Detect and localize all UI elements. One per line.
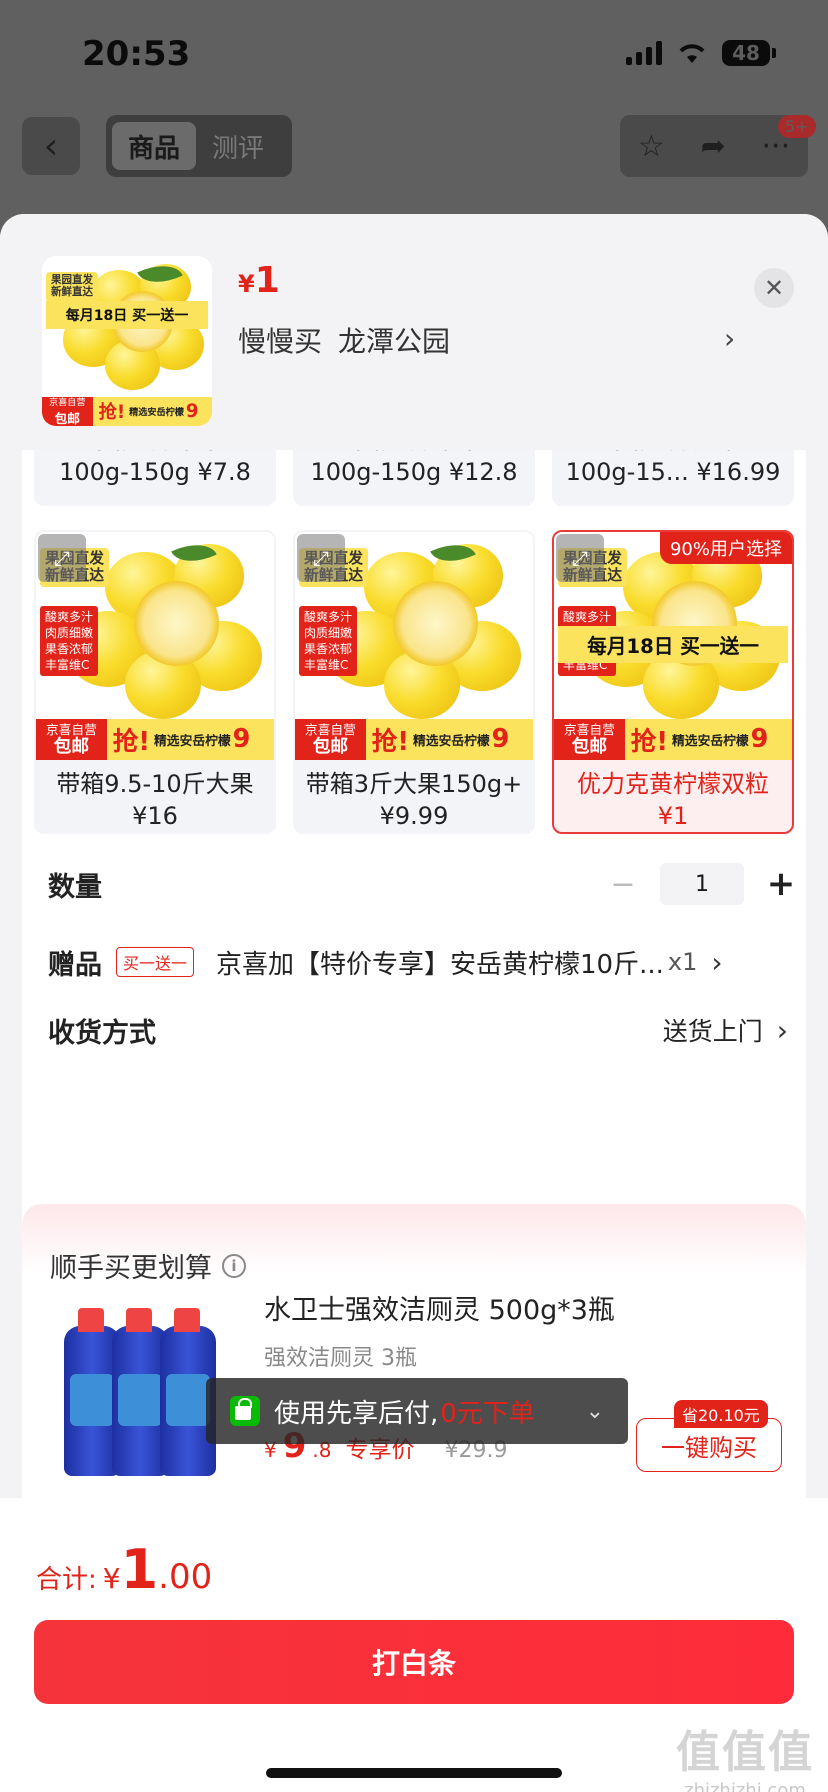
jingxi-badge: 京喜自营 包邮 [554, 718, 625, 760]
quantity-label: 数量 [48, 871, 102, 903]
expand-icon[interactable]: ⤢ [556, 534, 604, 582]
shipping-label: 收货方式 [48, 1017, 156, 1049]
status-icons: 48 [626, 40, 776, 66]
gift-text: 京喜加【特价专享】安岳黄柠檬10斤... [216, 949, 664, 980]
qiang-text: 抢! [371, 726, 410, 757]
star-icon[interactable]: ☆ [638, 129, 665, 164]
promo-strip: 京喜自营 包邮 抢! 精选安岳柠檬 9 [36, 718, 274, 760]
promo-strip: 京喜自营 包邮 抢! 精选安岳柠檬 9 [295, 718, 533, 760]
chevron-right-icon: › [711, 945, 723, 979]
selected-price: ¥1 [238, 260, 280, 301]
shipping-row[interactable]: 收货方式 送货上门 › [48, 1008, 788, 1052]
home-indicator [266, 1768, 562, 1778]
toast-text: 使用先享后付, [274, 1398, 439, 1429]
chevron-left-icon: ‹ [43, 125, 59, 167]
gift-row[interactable]: 赠品 买一送一 京喜加【特价专享】安岳黄柠檬10斤... x1 › [48, 940, 788, 984]
qiang-text: 抢! [98, 402, 126, 424]
jingxi-badge: 京喜自营 包邮 [295, 718, 366, 760]
select-text: 精选安岳柠檬 [129, 408, 184, 419]
popular-badge: 90%用户选择 [659, 532, 792, 564]
promo-band: 每月18日 买一送一 [46, 300, 208, 329]
nine-text: 9 [185, 400, 199, 422]
share-icon[interactable]: ➦ [701, 129, 726, 164]
status-time: 20:53 [82, 34, 191, 74]
promo-strip: 京喜自营 包邮 抢! 精选安岳柠檬 9 [554, 718, 792, 760]
gift-qty: x1 [667, 948, 698, 976]
pay-later-toast[interactable]: 使用先享后付, 0元下单 ⌄ [206, 1378, 628, 1444]
close-button[interactable]: ✕ [754, 268, 794, 308]
jingxi-badge: 京喜自营 包邮 [36, 718, 107, 760]
selected-product-thumb: 果园直发 新鲜直达 每月18日 买一送一 京喜自营 包邮 抢! 精选安岳柠檬 9 [42, 256, 212, 426]
nine-text: 9 [750, 724, 769, 755]
pay-baitiao-button[interactable]: 打白条 [34, 1620, 794, 1704]
location-arrow-icon[interactable]: › [724, 322, 735, 355]
lemon-slice-icon [134, 581, 219, 666]
toast-highlight: 0元下单 [440, 1398, 535, 1429]
save-badge: 省20.10元 [674, 1400, 768, 1428]
expand-icon[interactable]: ⤢ [38, 534, 86, 582]
expand-icon[interactable]: ⤢ [297, 534, 345, 582]
back-button[interactable]: ‹ [22, 117, 80, 175]
select-text: 精选安岳柠檬 [672, 733, 749, 749]
tag-features: 酸爽多汁肉质细嫩果香浓郁丰富维C [40, 606, 99, 676]
tag-orchard: 果园直发新鲜直达 [46, 272, 99, 302]
select-text: 精选安岳柠檬 [154, 733, 231, 749]
shopping-bag-icon [230, 1396, 260, 1426]
gift-label: 赠品 [48, 949, 102, 981]
nine-text: 9 [491, 724, 510, 755]
location-part1: 慢慢买 [238, 325, 323, 358]
signal-icon [626, 41, 662, 65]
tab-review[interactable]: 测评 [196, 122, 280, 170]
location-part2: 龙潭公园 [338, 325, 451, 358]
variant-card[interactable]: 果园直发新鲜直达酸爽多汁肉质细嫩果香浓郁丰富维C京喜自营包邮抢!精选安岳柠檬9 … [34, 530, 276, 834]
upsell-product-sub: 强效洁厕灵 3瓶 [264, 1346, 417, 1371]
nine-text: 9 [232, 724, 251, 755]
lemon-slice-icon [393, 581, 478, 666]
variant-card[interactable]: 果园直发新鲜直达酸爽多汁肉质细嫩果香浓郁丰富维C京喜自营包邮抢!精选安岳柠檬9 … [293, 530, 535, 834]
upsell-title: 顺手买更划算 i [50, 1246, 246, 1285]
nav-tabs: 商品 测评 [106, 115, 292, 177]
more-badge: 5+ [778, 115, 816, 138]
promo-band: 每月18日 买一送一 [558, 626, 788, 664]
total-price: 合计: ¥ 1 .00 [36, 1538, 213, 1601]
chevron-down-icon: ⌄ [585, 1398, 604, 1424]
promo-strip: 京喜自营 包邮 抢! 精选安岳柠檬 9 [42, 396, 212, 426]
gift-tag: 买一送一 [116, 947, 195, 977]
wifi-icon [679, 44, 705, 63]
info-icon[interactable]: i [222, 1253, 246, 1278]
price-value: 1 [254, 260, 280, 301]
battery-icon: 48 [722, 40, 776, 66]
upsell-product-name[interactable]: 水卫士强效洁厕灵 500g*3瓶 [264, 1288, 615, 1327]
close-icon: ✕ [763, 274, 785, 302]
variant-label: 带箱9.5-10斤大果 ¥16 [56, 770, 254, 830]
tab-product[interactable]: 商品 [112, 122, 197, 170]
decrease-button[interactable]: − [608, 867, 638, 902]
qiang-text: 抢! [630, 726, 669, 757]
quantity-input[interactable]: 1 [660, 863, 744, 905]
price-symbol: ¥ [238, 270, 255, 298]
variant-label: 带箱3斤大果150g+ ¥9.99 [305, 770, 523, 830]
tag-features: 酸爽多汁肉质细嫩果香浓郁丰富维C [299, 606, 358, 676]
delivery-location[interactable]: 慢慢买 龙潭公园 [238, 320, 450, 360]
variant-card-selected[interactable]: 90%用户选择 果园直发新鲜直达酸爽多汁肉质细嫩果香浓郁丰富维C每月18日 买一… [552, 530, 794, 834]
chevron-right-icon: › [776, 1013, 788, 1047]
quantity-row: 数量 − 1 + [48, 862, 796, 906]
sheet-header: 果园直发 新鲜直达 每月18日 买一送一 京喜自营 包邮 抢! 精选安岳柠檬 9 ¥1 慢慢买… [0, 214, 828, 450]
watermark-logo: 值值值 zhizhizhi.com [676, 1727, 814, 1792]
quantity-stepper: − 1 + [608, 863, 796, 905]
qiang-text: 抢! [112, 726, 151, 757]
increase-button[interactable]: + [766, 864, 796, 904]
checkout-footer: 合计: ¥ 1 .00 打白条 值值值 zhizhizhi.com [0, 1498, 828, 1792]
jingxi-badge: 京喜自营 包邮 [42, 396, 93, 426]
select-text: 精选安岳柠檬 [413, 733, 490, 749]
variant-label: 优力克黄柠檬双粒 ¥1 [577, 770, 769, 830]
upsell-card: 顺手买更划算 i 水卫士强效洁厕灵 500g*3瓶 强效洁厕灵 3瓶 ¥9.8 … [22, 1204, 806, 1524]
shipping-value: 送货上门 [662, 1017, 763, 1046]
